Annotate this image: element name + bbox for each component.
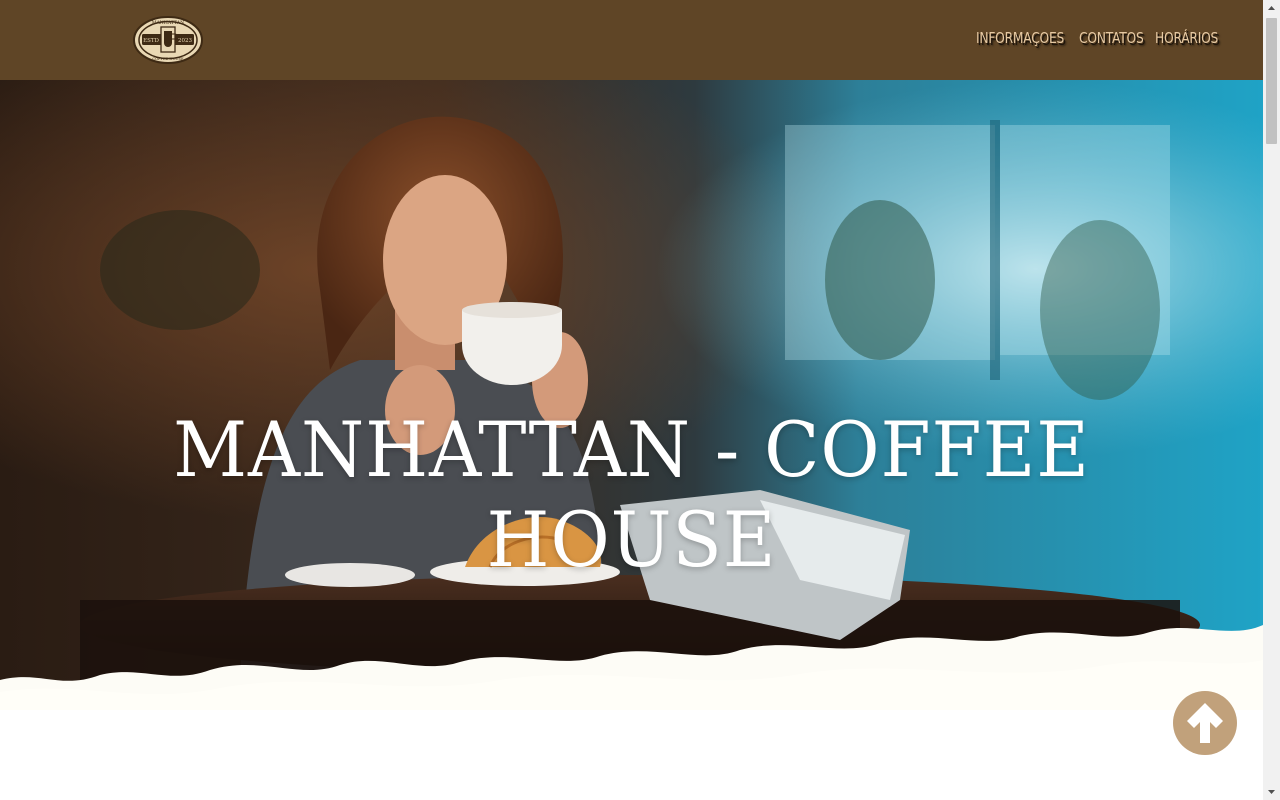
- logo[interactable]: MANHATTAN ESTD 2023 COFFEE HOUSE: [133, 15, 203, 65]
- scroll-down-arrow-icon[interactable]: [1263, 783, 1280, 800]
- hero-background-photo: [0, 80, 1263, 710]
- arrow-up-icon: [1187, 703, 1223, 743]
- page-scrollbar[interactable]: [1263, 0, 1280, 800]
- svg-text:MANHATTAN: MANHATTAN: [152, 20, 184, 26]
- svg-text:COFFEE HOUSE: COFFEE HOUSE: [152, 57, 184, 61]
- back-to-top-button[interactable]: [1173, 691, 1237, 755]
- svg-text:ESTD: ESTD: [143, 38, 159, 44]
- hero-banner: MANHATTAN - COFFEE HOUSE: [0, 80, 1263, 710]
- site-header: MANHATTAN ESTD 2023 COFFEE HOUSE INFORMA…: [0, 0, 1263, 80]
- scrollbar-thumb[interactable]: [1266, 18, 1277, 144]
- hero-title: MANHATTAN - COFFEE HOUSE: [173, 405, 1090, 584]
- nav-link-horarios[interactable]: HORÁRIOS: [1155, 26, 1221, 50]
- page: MANHATTAN ESTD 2023 COFFEE HOUSE INFORMA…: [0, 0, 1263, 800]
- logo-emblem-icon: MANHATTAN ESTD 2023 COFFEE HOUSE: [133, 16, 203, 64]
- svg-text:2023: 2023: [178, 38, 192, 44]
- main-nav: INFORMAÇOES CONTATOS HORÁRIOS: [976, 26, 1219, 50]
- nav-link-informacoes[interactable]: INFORMAÇOES: [976, 26, 1064, 50]
- scroll-up-arrow-icon[interactable]: [1263, 0, 1280, 17]
- nav-link-contatos[interactable]: CONTATOS: [1079, 26, 1144, 50]
